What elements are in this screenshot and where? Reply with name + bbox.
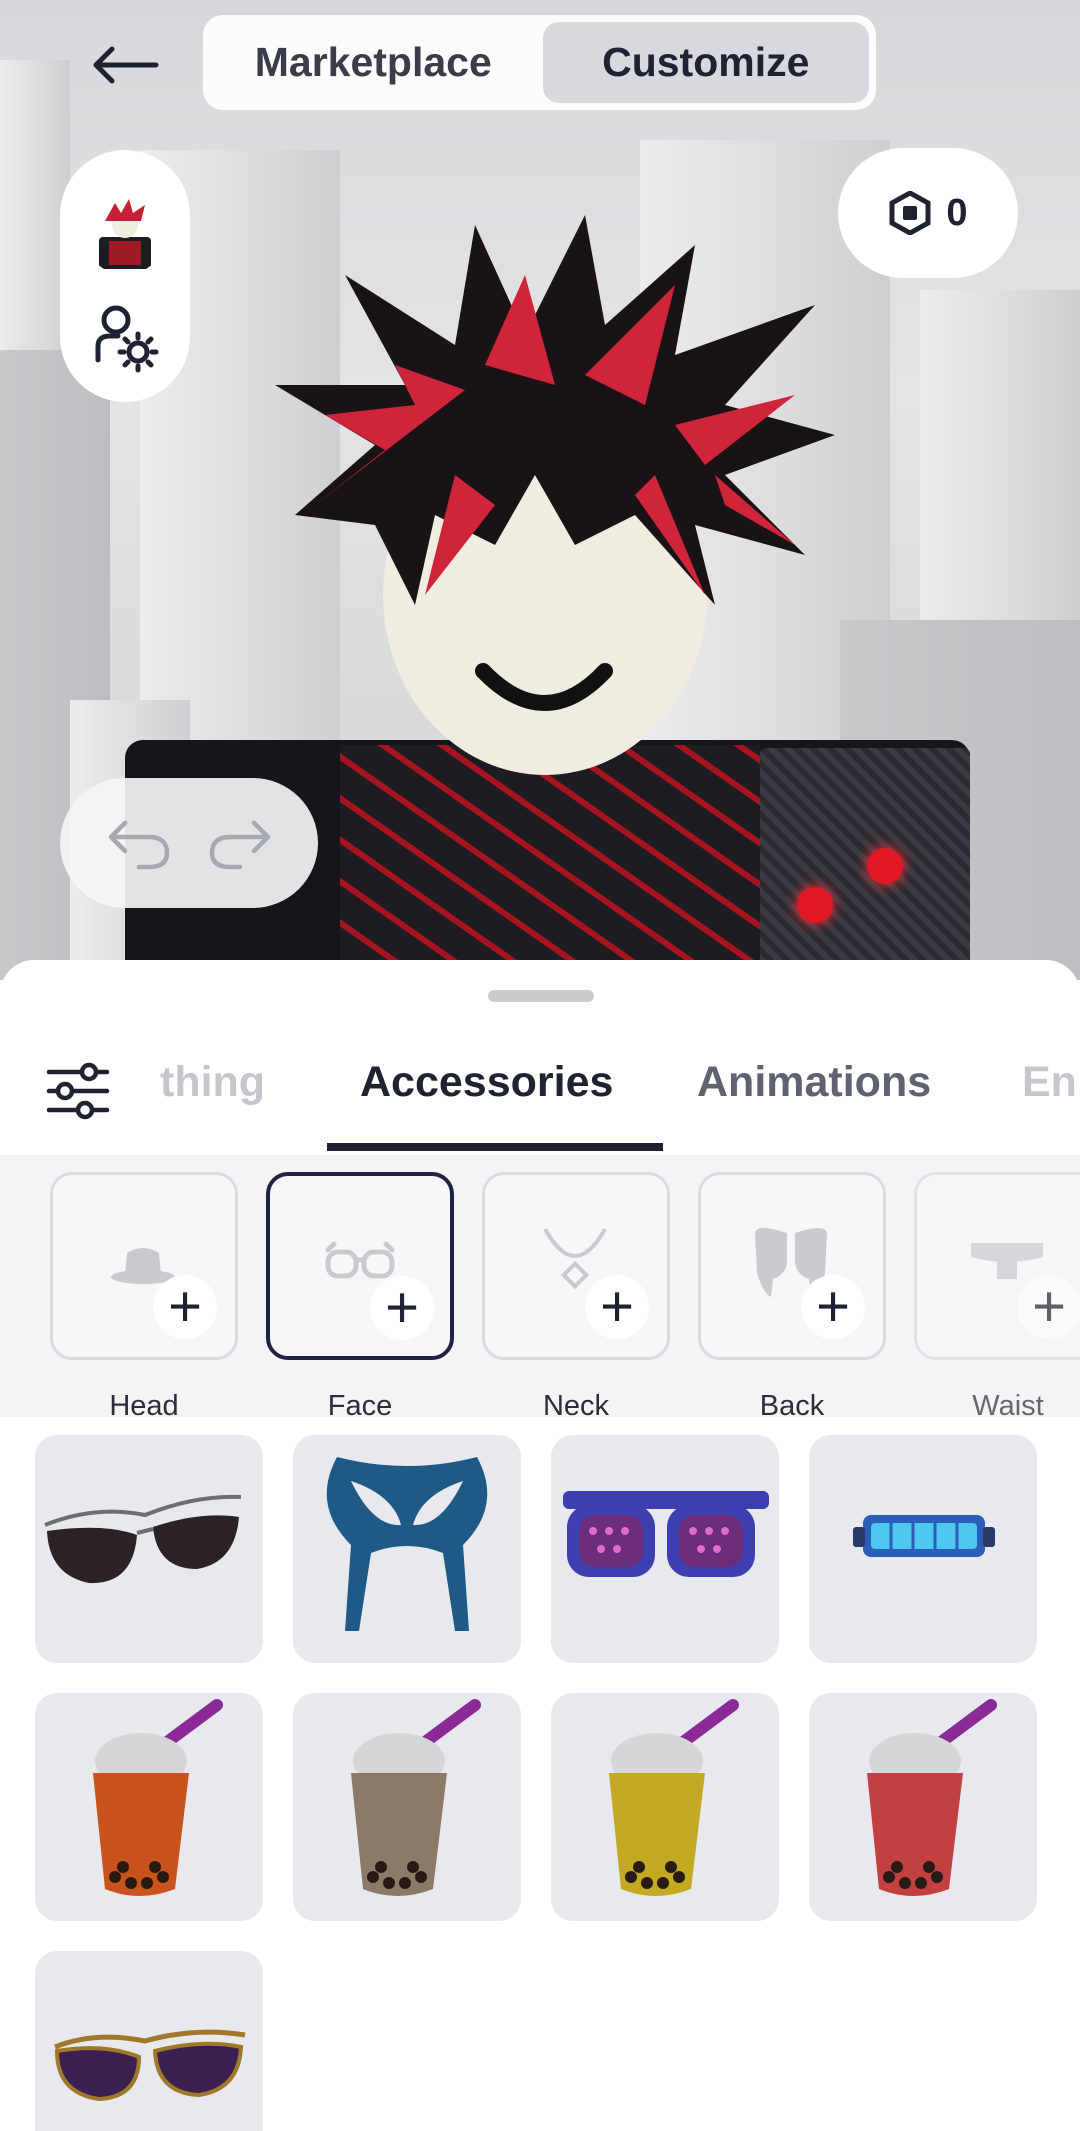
avatar-glow-eye (797, 887, 833, 923)
cyber-visor-image (853, 1515, 995, 1557)
back-button[interactable] (80, 30, 170, 100)
sheet-grabber[interactable] (488, 990, 594, 1002)
subcategory-label: Back (759, 1390, 825, 1417)
purple-shutter-shades-image (563, 1491, 769, 1577)
bubble-tea-orange-image (93, 1699, 223, 1896)
subcategory-back-tile[interactable]: + (698, 1172, 886, 1360)
active-tab-indicator (327, 1143, 663, 1151)
tab-marketplace[interactable]: Marketplace (210, 22, 537, 103)
customize-sheet: thing Accessories Animations En + Head +… (0, 960, 1080, 2131)
tab-emotes[interactable]: En (1022, 1058, 1077, 1107)
tab-animations[interactable]: Animations (697, 1058, 931, 1107)
subcategory-face-tile[interactable]: + (266, 1172, 454, 1360)
history-controls (60, 778, 318, 908)
avatar-glow-eye (867, 848, 903, 884)
tab-customize[interactable]: Customize (542, 22, 869, 103)
mode-segmented-control: Marketplace Customize (203, 15, 876, 110)
item-bubble-tea-red[interactable] (809, 1693, 1037, 1921)
avatar-thumbnail-icon (99, 199, 151, 269)
subcategory-face[interactable]: + Face (266, 1172, 454, 1417)
add-icon: + (801, 1275, 865, 1339)
item-bubble-tea-yellow[interactable] (551, 1693, 779, 1921)
bubble-tea-brown-image (351, 1699, 481, 1896)
robux-balance[interactable]: 0 (838, 148, 1018, 278)
subcategory-back[interactable]: + Back (698, 1172, 886, 1417)
item-blue-hero-mask[interactable] (293, 1435, 521, 1663)
blue-hero-mask-image (326, 1457, 488, 1631)
subcategory-bar: + Head + Face + Neck + Back + Waist (0, 1155, 1080, 1417)
robux-amount: 0 (946, 191, 968, 234)
redo-icon[interactable] (204, 815, 274, 871)
avatar-head (275, 215, 835, 775)
aviator-sunglasses-image (44, 1494, 242, 1584)
subcategory-waist[interactable]: + Waist (914, 1172, 1080, 1417)
subcategory-label: Face (327, 1390, 393, 1417)
undo-icon[interactable] (105, 815, 175, 871)
tab-clothing[interactable]: thing (160, 1058, 265, 1107)
add-icon: + (370, 1276, 434, 1340)
item-cyber-visor[interactable] (809, 1435, 1037, 1663)
purple-aviator-sunglasses-image (54, 2029, 246, 2102)
subcategory-head[interactable]: + Head (50, 1172, 238, 1417)
item-aviator-sunglasses[interactable] (35, 1435, 263, 1663)
subcategory-waist-tile[interactable]: + (914, 1172, 1080, 1360)
category-tabs: thing Accessories Animations En (0, 1040, 1080, 1132)
bubble-tea-red-image (867, 1699, 997, 1896)
item-bubble-tea-brown[interactable] (293, 1693, 521, 1921)
subcategory-label: Neck (542, 1390, 610, 1417)
item-bubble-tea-orange[interactable] (35, 1693, 263, 1921)
subcategory-head-tile[interactable]: + (50, 1172, 238, 1360)
subcategory-label: Waist (972, 1390, 1044, 1417)
robux-icon (889, 191, 931, 235)
avatar-side-panel (60, 150, 190, 402)
add-icon: + (1017, 1275, 1080, 1339)
subcategory-neck-tile[interactable]: + (482, 1172, 670, 1360)
item-purple-shutter-shades[interactable] (551, 1435, 779, 1663)
subcategory-label: Head (109, 1390, 179, 1417)
arrow-left-icon (93, 46, 159, 84)
filter-button[interactable] (45, 1060, 111, 1122)
avatar-thumbnail-button[interactable] (85, 195, 165, 275)
bubble-tea-yellow-image (609, 1699, 739, 1896)
subcategory-neck[interactable]: + Neck (482, 1172, 670, 1417)
tab-accessories[interactable]: Accessories (360, 1058, 613, 1107)
filter-sliders-icon (46, 1062, 110, 1120)
item-purple-aviator-sunglasses[interactable] (35, 1951, 263, 2131)
add-icon: + (585, 1275, 649, 1339)
add-icon: + (153, 1275, 217, 1339)
avatar-settings-button[interactable] (88, 300, 162, 374)
avatar-settings-icon (95, 305, 159, 373)
